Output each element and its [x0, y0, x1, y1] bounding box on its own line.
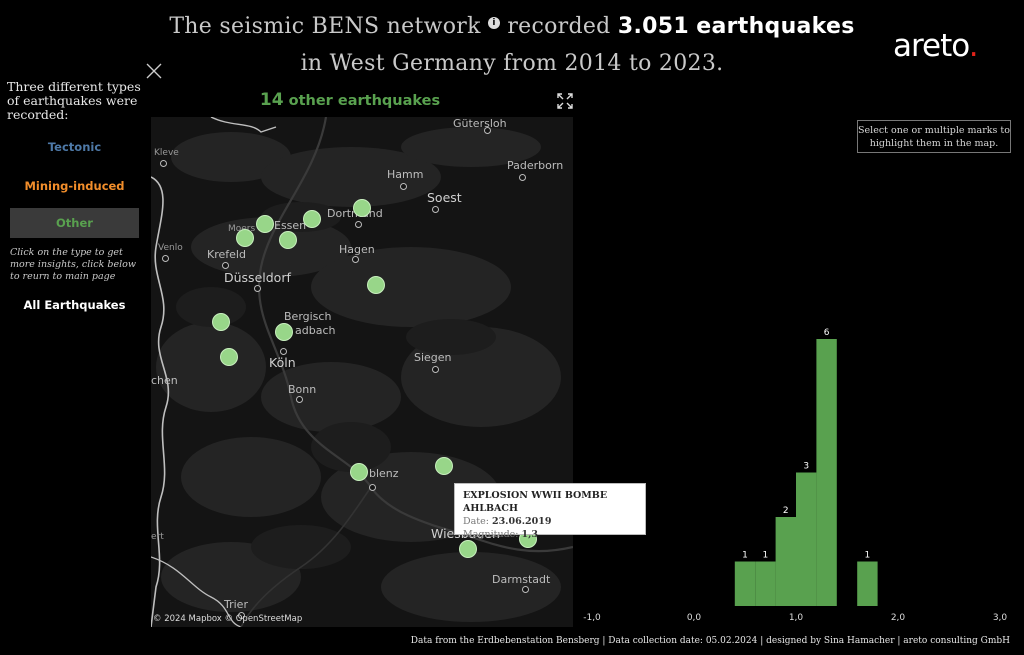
- earthquake-map[interactable]: Gütersloh Paderborn Hamm Soest Kleve Moe…: [151, 117, 573, 627]
- city-label: Paderborn: [507, 159, 564, 172]
- city-label: blenz: [369, 467, 399, 480]
- histogram-bar[interactable]: [857, 561, 878, 607]
- x-tick-label: 3,0: [993, 613, 1008, 623]
- tooltip-magnitude-value: 1,3: [521, 529, 539, 540]
- city-dot: [352, 256, 359, 263]
- earthquake-marker[interactable]: [303, 210, 321, 228]
- bar-value-label: 1: [865, 551, 871, 561]
- earthquake-marker[interactable]: [256, 215, 274, 233]
- city-label: ert: [151, 532, 164, 542]
- city-dot: [296, 396, 303, 403]
- bar-value-label: 6: [824, 328, 830, 338]
- bar-value-label: 2: [783, 506, 789, 516]
- city-dot: [432, 206, 439, 213]
- earthquake-marker[interactable]: [367, 276, 385, 294]
- close-icon[interactable]: [145, 62, 163, 80]
- earthquake-marker[interactable]: [236, 229, 254, 247]
- earthquake-marker[interactable]: [279, 231, 297, 249]
- sidebar-hint: Click on the type to get more insights, …: [10, 247, 137, 282]
- x-tick-label: -1,0: [583, 613, 601, 623]
- city-label: Trier: [224, 598, 248, 611]
- city-label: Darmstadt: [492, 573, 551, 586]
- select-marks-hint: Select one or multiple marks to highligh…: [857, 120, 1011, 153]
- tooltip-date-label: Date:: [463, 516, 489, 527]
- type-button-other[interactable]: Other: [10, 208, 139, 238]
- earthquake-marker[interactable]: [220, 348, 238, 366]
- title-part-3: earthquakes: [696, 14, 855, 39]
- city-label: Kleve: [154, 148, 179, 158]
- city-dot: [160, 160, 167, 167]
- histogram-bar[interactable]: [734, 561, 756, 607]
- type-button-mining-induced[interactable]: Mining-induced: [10, 171, 139, 201]
- x-tick-label: 1,0: [789, 613, 804, 623]
- histogram-bar[interactable]: [755, 561, 776, 607]
- histogram-bar[interactable]: [796, 472, 817, 607]
- earthquake-marker[interactable]: [353, 199, 371, 217]
- sidebar-intro: Three different types of earthquakes wer…: [7, 79, 141, 122]
- bar-value-label: 1: [763, 551, 769, 561]
- bar-value-label: 1: [742, 551, 748, 561]
- map-background: [151, 117, 573, 627]
- city-dot: [522, 586, 529, 593]
- map-heading-text: other earthquakes: [288, 93, 441, 109]
- city-dot: [519, 174, 526, 181]
- map-attribution[interactable]: © 2024 Mapbox © OpenStreetMap: [153, 614, 302, 624]
- map-heading-count: 14: [259, 90, 284, 110]
- city-label: adbach: [295, 324, 336, 337]
- type-button-tectonic[interactable]: Tectonic: [10, 132, 139, 162]
- city-dot: [400, 183, 407, 190]
- city-dot: [432, 366, 439, 373]
- bar-value-label: 3: [803, 462, 809, 472]
- magnitude-histogram[interactable]: 1 1 2 3 6 1 -1,0 0,0 1,0 2,0 3,0: [578, 160, 1018, 630]
- footer-credits: Data from the Erdbebenstation Bensberg |…: [410, 636, 1010, 646]
- city-dot: [162, 255, 169, 262]
- all-earthquakes-button[interactable]: All Earthquakes: [10, 290, 139, 320]
- logo-text: areto: [893, 28, 970, 64]
- x-tick-label: 0,0: [687, 613, 702, 623]
- tooltip-date-value: 23.06.2019: [491, 516, 552, 527]
- earthquake-marker[interactable]: [350, 463, 368, 481]
- earthquake-marker[interactable]: [212, 313, 230, 331]
- map-heading: 14 other earthquakes: [150, 90, 550, 110]
- city-dot: [355, 221, 362, 228]
- city-label: Venlo: [158, 243, 183, 253]
- city-label: Düsseldorf: [224, 270, 291, 285]
- city-label: Hamm: [387, 168, 424, 181]
- city-dot: [254, 285, 261, 292]
- city-label: Bergisch: [284, 310, 332, 323]
- city-label: Soest: [427, 190, 462, 205]
- expand-icon[interactable]: [556, 92, 574, 110]
- info-icon[interactable]: i: [488, 16, 501, 29]
- city-label: Siegen: [414, 351, 452, 364]
- x-tick-label: 2,0: [891, 613, 906, 623]
- city-label: Gütersloh: [453, 117, 507, 130]
- earthquake-count: 3.051: [617, 14, 689, 39]
- city-label: Hagen: [339, 243, 375, 256]
- earthquake-marker[interactable]: [459, 540, 477, 558]
- city-label: Essen: [274, 219, 307, 232]
- city-dot: [222, 262, 229, 269]
- city-dot: [280, 348, 287, 355]
- earthquake-marker[interactable]: [435, 457, 453, 475]
- logo-dot: .: [968, 28, 979, 64]
- city-label: Bonn: [288, 383, 317, 396]
- city-dot: [369, 484, 376, 491]
- tooltip-magnitude-label: Magnitude:: [463, 529, 519, 540]
- histogram-bar[interactable]: [816, 339, 837, 606]
- city-label: chen: [151, 374, 178, 387]
- areto-logo: areto.: [893, 28, 979, 64]
- histogram-bar[interactable]: [775, 517, 796, 606]
- title-part-1: The seismic BENS network: [169, 14, 481, 39]
- title-part-2: recorded: [507, 14, 611, 39]
- city-label: Krefeld: [207, 248, 246, 261]
- city-label: Köln: [269, 355, 296, 370]
- earthquake-marker[interactable]: [275, 323, 293, 341]
- title-line-2: in West Germany from 2014 to 2023.: [300, 51, 724, 76]
